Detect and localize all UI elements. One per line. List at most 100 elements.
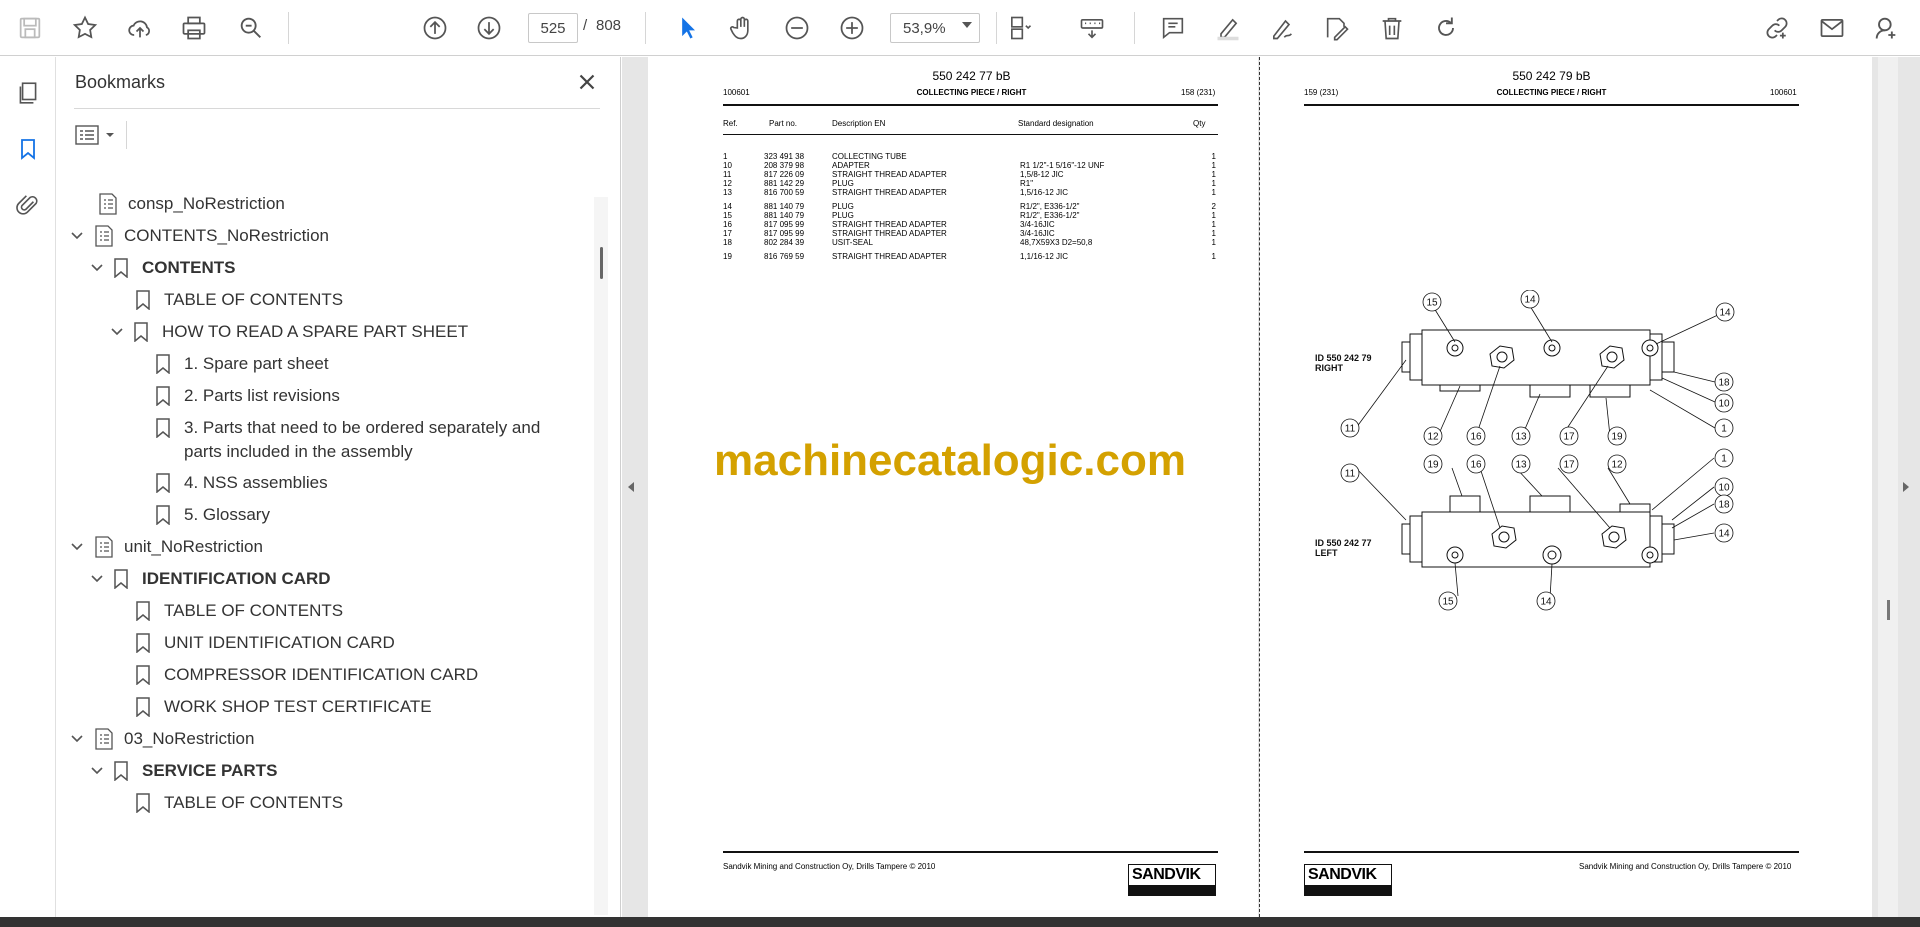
- chevron-down-icon: [111, 328, 123, 336]
- sheet-footer: Sandvik Mining and Construction Oy, Dril…: [723, 862, 936, 871]
- page-number-input[interactable]: 525: [528, 13, 578, 43]
- svg-text:15: 15: [1442, 597, 1454, 608]
- bookmark-item[interactable]: CONTENTS: [90, 255, 236, 291]
- zoom-out-icon[interactable]: [779, 10, 815, 46]
- diagram-label-left: ID 550 242 77 LEFT: [1315, 538, 1372, 558]
- bookmark-item[interactable]: COMPRESSOR IDENTIFICATION CARD: [136, 662, 478, 698]
- bookmark-item[interactable]: unit_NoRestriction: [70, 534, 263, 570]
- panel-title: Bookmarks: [75, 72, 166, 92]
- parts-table-cell: COLLECTING TUBE: [832, 152, 907, 161]
- bookmark-item[interactable]: 03_NoRestriction: [70, 726, 254, 762]
- parts-table-cell: 2: [1211, 202, 1216, 211]
- zoom-level-select[interactable]: 53,9%: [890, 13, 980, 43]
- add-user-icon[interactable]: [1868, 10, 1904, 46]
- pdf-page-left: 550 242 77 bB 100601 COLLECTING PIECE / …: [648, 57, 1258, 917]
- next-page-icon[interactable]: [471, 10, 507, 46]
- zoom-search-icon[interactable]: [233, 10, 269, 46]
- bookmark-item[interactable]: UNIT IDENTIFICATION CARD: [136, 630, 395, 666]
- bookmark-item[interactable]: consp_NoRestriction: [98, 191, 285, 227]
- select-cursor-icon[interactable]: [670, 10, 706, 46]
- panel-scrollbar-thumb[interactable]: [600, 247, 603, 279]
- svg-text:1: 1: [1721, 454, 1727, 465]
- parts-table-cell: 1,5/16-12 JIC: [1020, 188, 1069, 197]
- svg-text:19: 19: [1611, 432, 1623, 443]
- parts-table-cell: STRAIGHT THREAD ADAPTER: [832, 220, 947, 229]
- parts-table-cell: STRAIGHT THREAD ADAPTER: [832, 252, 947, 261]
- highlight-pen-icon[interactable]: [1210, 10, 1246, 46]
- attachments-icon[interactable]: [10, 187, 46, 223]
- bookmark-icon: [136, 697, 150, 717]
- chevron-down-icon[interactable]: [962, 22, 972, 28]
- parts-table-cell: 881 142 29: [764, 179, 805, 188]
- delete-trash-icon[interactable]: [1374, 10, 1410, 46]
- sheet-footer: Sandvik Mining and Construction Oy, Dril…: [1579, 862, 1792, 871]
- main-toolbar: 525 / 808 53,9%: [0, 0, 1920, 56]
- parts-table-cell: 1: [1211, 238, 1216, 247]
- svg-text:10: 10: [1718, 399, 1730, 410]
- collapse-left-icon[interactable]: [625, 478, 637, 496]
- document-tree-icon: [99, 193, 117, 215]
- page-separator: /: [583, 17, 588, 34]
- sheet-code: 100601: [1770, 88, 1797, 97]
- bookmark-item[interactable]: TABLE OF CONTENTS: [136, 598, 343, 634]
- parts-table-cell: 17: [723, 229, 732, 238]
- comment-icon[interactable]: [1155, 10, 1191, 46]
- svg-text:10: 10: [1718, 483, 1730, 494]
- chevron-down-icon: [91, 767, 103, 775]
- document-tree-icon: [95, 728, 113, 750]
- previous-page-icon[interactable]: [417, 10, 453, 46]
- sandvik-logo: SANDVIK: [1128, 864, 1216, 896]
- bookmark-item[interactable]: TABLE OF CONTENTS: [136, 287, 343, 323]
- parts-table-cell: R1/2", E336-1/2": [1020, 202, 1080, 211]
- document-scrollbar[interactable]: [1878, 57, 1898, 917]
- page-thumbnails-icon[interactable]: [10, 75, 46, 111]
- edit-text-icon[interactable]: [1319, 10, 1355, 46]
- bookmark-item[interactable]: TABLE OF CONTENTS: [136, 790, 343, 826]
- collapse-right-icon[interactable]: [1900, 478, 1912, 496]
- close-icon[interactable]: [574, 69, 600, 95]
- bookmark-icon: [156, 473, 170, 493]
- zoom-in-icon[interactable]: [834, 10, 870, 46]
- draw-pen-icon[interactable]: [1264, 10, 1300, 46]
- bookmark-options-button[interactable]: [74, 119, 124, 151]
- bookmark-icon: [156, 505, 170, 525]
- email-icon[interactable]: [1814, 10, 1850, 46]
- bookmark-icon: [134, 322, 148, 342]
- sheet-title: 550 242 77 bB: [932, 69, 1011, 83]
- print-icon[interactable]: [176, 10, 212, 46]
- star-icon[interactable]: [67, 10, 103, 46]
- keyboard-scroll-icon[interactable]: [1074, 10, 1110, 46]
- svg-text:18: 18: [1718, 500, 1730, 511]
- bookmark-item[interactable]: 3. Parts that need to be ordered separat…: [156, 415, 540, 465]
- bookmark-item[interactable]: SERVICE PARTS: [90, 758, 277, 794]
- bookmark-icon: [156, 386, 170, 406]
- bookmark-item[interactable]: 5. Glossary: [156, 502, 270, 538]
- bookmark-item[interactable]: WORK SHOP TEST CERTIFICATE: [136, 694, 432, 730]
- bookmark-item[interactable]: HOW TO READ A SPARE PART SHEET: [110, 319, 468, 355]
- bookmark-icon: [156, 418, 170, 438]
- parts-table-cell: R1 1/2"-1 5/16"-12 UNF: [1020, 161, 1105, 170]
- svg-text:17: 17: [1563, 460, 1575, 471]
- parts-diagram: 15 14 14 11 12 16 13 17 19 18 10 1 11 19 16 13 17 12…: [1340, 290, 1735, 611]
- parts-table-cell: 48,7X59X3 D2=50,8: [1020, 238, 1093, 247]
- panel-scrollbar[interactable]: [594, 197, 608, 915]
- save-icon[interactable]: [12, 10, 48, 46]
- page-display-icon[interactable]: [1002, 10, 1038, 46]
- svg-text:15: 15: [1426, 298, 1438, 309]
- bookmarks-icon[interactable]: [10, 131, 46, 167]
- share-link-icon[interactable]: [1759, 10, 1795, 46]
- hand-tool-icon[interactable]: [724, 10, 760, 46]
- upload-cloud-icon[interactable]: [122, 10, 158, 46]
- redo-icon[interactable]: [1428, 10, 1464, 46]
- bookmark-item[interactable]: 2. Parts list revisions: [156, 383, 340, 419]
- svg-text:11: 11: [1345, 424, 1356, 435]
- bookmark-item[interactable]: IDENTIFICATION CARD: [90, 566, 331, 602]
- chevron-down-icon: [71, 735, 83, 743]
- bookmark-item[interactable]: 4. NSS assemblies: [156, 470, 328, 506]
- document-scrollbar-thumb[interactable]: [1887, 600, 1890, 620]
- bookmark-item[interactable]: 1. Spare part sheet: [156, 351, 329, 387]
- bookmark-item[interactable]: CONTENTS_NoRestriction: [70, 223, 329, 259]
- bookmarks-panel: Bookmarks consp_NoRestriction CONTENTS_N…: [56, 57, 621, 917]
- parts-table-cell: 1,1/16-12 JIC: [1020, 252, 1069, 261]
- parts-table-cell: 1: [1211, 229, 1216, 238]
